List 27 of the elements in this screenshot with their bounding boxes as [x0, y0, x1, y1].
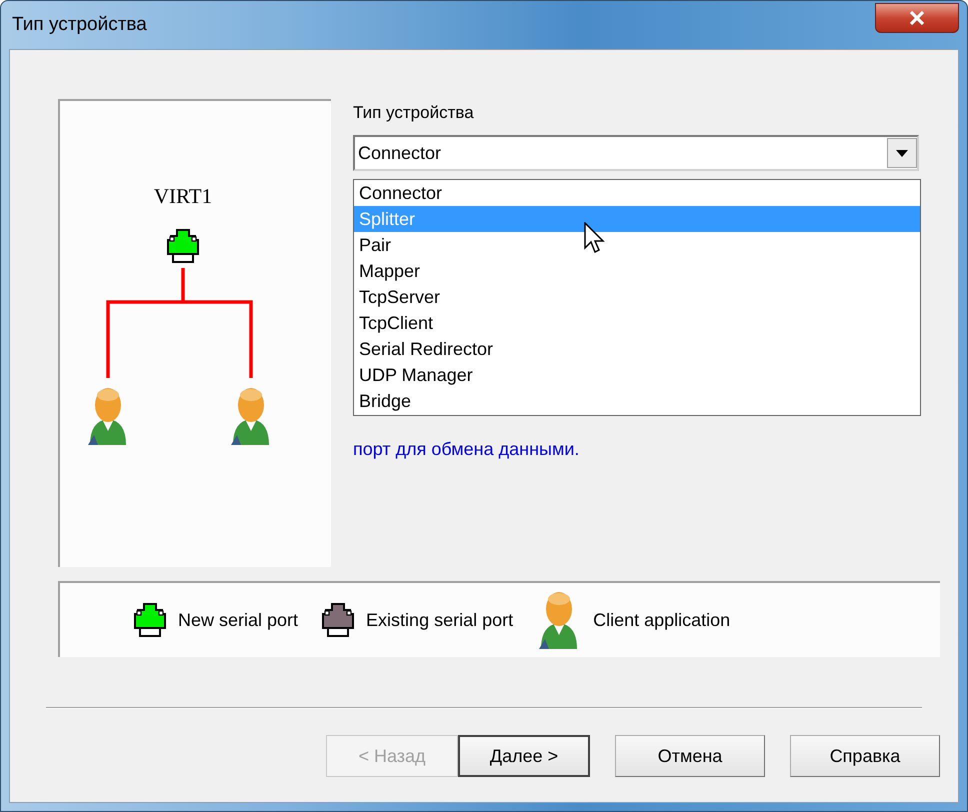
- close-icon: [908, 11, 926, 25]
- device-type-dropdown[interactable]: Connector: [353, 135, 919, 171]
- person-icon: [88, 388, 126, 445]
- dialog-button[interactable]: Далее >: [458, 735, 590, 777]
- dropdown-option[interactable]: Bridge: [354, 388, 920, 414]
- port-icon: [320, 603, 356, 637]
- person-icon: [231, 388, 269, 445]
- dropdown-option[interactable]: UDP Manager: [354, 362, 920, 388]
- port-icon: [132, 603, 168, 637]
- dropdown-option[interactable]: Pair: [354, 232, 920, 258]
- port-icon: [167, 229, 199, 263]
- dialog-button[interactable]: Справка: [790, 735, 940, 777]
- field-label: Тип устройства: [353, 103, 474, 123]
- device-label: VIRT1: [154, 184, 212, 208]
- legend-label: New serial port: [178, 610, 298, 630]
- dropdown-option[interactable]: TcpServer: [354, 284, 920, 310]
- mouse-pointer-icon: [584, 222, 606, 254]
- dropdown-option[interactable]: Connector: [354, 180, 920, 206]
- dialog-button[interactable]: Отмена: [615, 735, 765, 777]
- window-title: Тип устройства: [11, 14, 147, 36]
- close-button[interactable]: [875, 3, 959, 33]
- dropdown-option[interactable]: Mapper: [354, 258, 920, 284]
- legend-label: Existing serial port: [366, 610, 514, 630]
- dropdown-option[interactable]: Serial Redirector: [354, 336, 920, 362]
- legend-label: Client application: [593, 610, 730, 630]
- dropdown-option[interactable]: TcpClient: [354, 310, 920, 336]
- description-text: порт для обмена данными.: [353, 439, 580, 460]
